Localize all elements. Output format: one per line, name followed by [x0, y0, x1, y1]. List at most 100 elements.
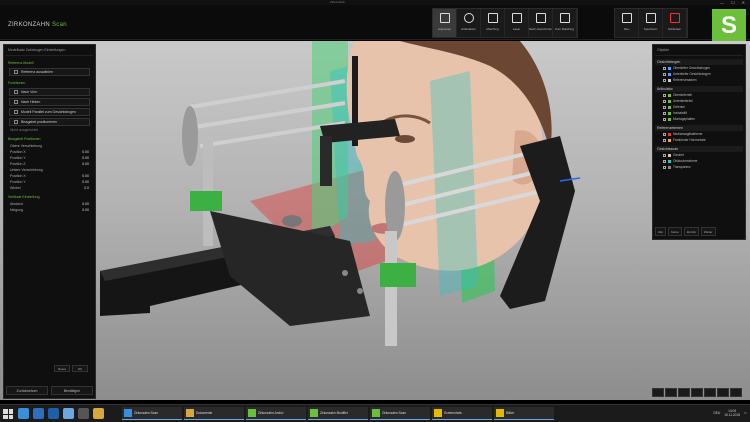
3d-viewport[interactable] [0, 41, 750, 400]
object-item[interactable]: Frankfurter Horizontale [655, 137, 743, 143]
color-swatch [668, 66, 671, 70]
view-zoom-button[interactable] [717, 388, 729, 397]
move-back-button[interactable]: Nach Hinten [9, 98, 90, 106]
screw-1 [282, 215, 302, 227]
offset-row: Obere Verschiebung [10, 144, 42, 148]
right-panel: Objekte Gesichtsbogen Oberkiefer Gesicht… [652, 44, 746, 240]
parallel-model-button[interactable]: Modell Parallel zum Gesichtsbogen [9, 108, 90, 116]
view-settings-button[interactable] [730, 388, 742, 397]
system-tray: DEU 14:05 15.11.2018 ▭ [714, 409, 747, 417]
checkbox[interactable] [663, 93, 666, 97]
parallel-icon [14, 110, 18, 114]
select-reference-button[interactable]: Referenz auswählen [9, 68, 90, 76]
show-all-button[interactable]: Alle [655, 227, 667, 236]
task-button[interactable]: Bilder [494, 407, 554, 420]
windows-start-icon[interactable] [3, 409, 13, 419]
color-swatch [668, 165, 671, 169]
new-button[interactable]: Neu [615, 9, 639, 37]
view-reset-button[interactable] [704, 388, 716, 397]
grid-icon [439, 13, 450, 23]
offset-row[interactable]: Position Y 0.00 [10, 156, 89, 160]
target-icon [559, 13, 570, 23]
left-panel-footer: Zurücksetzen Bestätigen [6, 386, 93, 395]
task-button[interactable]: Screenshots [432, 407, 492, 420]
right-panel-title: Objekte [655, 47, 743, 56]
mail-icon[interactable] [48, 408, 59, 419]
clock[interactable]: 14:05 15.11.2018 [724, 409, 740, 417]
view-back-button[interactable] [691, 388, 703, 397]
rotate-icon [463, 13, 474, 23]
brand-product: Scan [51, 22, 67, 28]
settings-icon[interactable] [78, 408, 89, 419]
offset-row[interactable]: Position Y 0.00 [10, 180, 89, 184]
vertical-heading: Vertikale Einstellung [8, 195, 40, 199]
confirm-button[interactable]: Bestätigen [51, 386, 93, 395]
checkbox[interactable] [663, 72, 666, 76]
view-top-button[interactable] [678, 388, 690, 397]
view-side-button[interactable] [665, 388, 677, 397]
color-swatch [668, 105, 671, 109]
zum-matching-button[interactable]: Zum Matching [553, 9, 577, 37]
new-icon [621, 13, 632, 23]
object-item[interactable]: Montageplatten [655, 116, 743, 122]
checkbox[interactable] [663, 78, 666, 82]
offset-row: Untere Verschiebung [10, 168, 43, 172]
store-icon[interactable] [63, 408, 74, 419]
checkbox[interactable] [663, 138, 666, 142]
back-button[interactable]: Zurück [683, 227, 699, 236]
position-fork-button[interactable]: Bissgabel positionieren [9, 118, 90, 126]
task-button[interactable]: Zirkonzahn.Scan [122, 407, 182, 420]
ok-button[interactable]: OK [72, 365, 88, 372]
laser-button[interactable]: Laser [505, 9, 529, 37]
laser-icon [511, 13, 522, 23]
reset-all-button[interactable]: Zurücksetzen [6, 386, 48, 395]
checkbox[interactable] [663, 99, 666, 103]
task-button[interactable]: Zirkonzahn.Archiv [246, 407, 306, 420]
object-item[interactable]: Transparenz [655, 164, 743, 170]
forward-button[interactable]: Weiter [700, 227, 716, 236]
save-button[interactable]: Speichern [639, 9, 663, 37]
checkbox[interactable] [663, 159, 666, 163]
task-button[interactable]: Zirkonzahn Modifier [308, 407, 368, 420]
app-icon [124, 409, 132, 417]
hide-all-button[interactable]: Keine [668, 227, 682, 236]
checkbox[interactable] [663, 105, 666, 109]
app-logo[interactable]: S [712, 9, 746, 42]
select-icon [14, 70, 18, 74]
reset-button[interactable]: Reset [54, 365, 70, 372]
object-item[interactable]: Referenzmarken [655, 77, 743, 83]
folder-icon[interactable] [93, 408, 104, 419]
move-forward-button[interactable]: Nach Vorn [9, 88, 90, 96]
language-indicator[interactable]: DEU [714, 411, 721, 415]
view-front-button[interactable] [652, 388, 664, 397]
checkbox[interactable] [663, 66, 666, 70]
task-button[interactable]: Zirkonzahn.Scan [370, 407, 430, 420]
checkbox[interactable] [663, 165, 666, 169]
expand-button[interactable]: Nach oben/Unten [529, 9, 553, 37]
articulator-scene [100, 41, 581, 346]
checkbox[interactable] [663, 117, 666, 121]
left-panel: Modellsatz Zahnbogen Einstellungen Refer… [3, 44, 96, 399]
offset-row[interactable]: Position Z 0.00 [10, 162, 89, 166]
anpassen-button[interactable]: Anpassen [433, 9, 457, 37]
vertical-row[interactable]: Abstand 0.00 [10, 202, 89, 206]
running-tasks: Zirkonzahn.Scan Dokumente Zirkonzahn.Arc… [122, 407, 554, 420]
artikulation-button[interactable]: Artikulation [457, 9, 481, 37]
checkbox[interactable] [663, 111, 666, 115]
offset-row[interactable]: Position X 0.00 [10, 174, 89, 178]
app-icon [186, 409, 194, 417]
brand-name: ZIRKONZAHN [8, 22, 50, 28]
close-button[interactable]: Schließen [663, 9, 687, 37]
arrow-icon [14, 100, 18, 104]
matching-button[interactable]: Matching [481, 9, 505, 37]
checkbox[interactable] [663, 132, 666, 136]
explorer-icon[interactable] [18, 408, 29, 419]
brand-logo: ZIRKONZAHN Scan [8, 22, 67, 28]
checkbox[interactable] [663, 153, 666, 157]
vertical-row[interactable]: Neigung 0.00 [10, 208, 89, 212]
offset-row[interactable]: Position X 0.00 [10, 150, 89, 154]
notification-icon[interactable]: ▭ [744, 411, 747, 415]
task-button[interactable]: Dokumente [184, 407, 244, 420]
offset-row[interactable]: Winkel 0.0 [10, 186, 89, 190]
browser-icon[interactable] [33, 408, 44, 419]
